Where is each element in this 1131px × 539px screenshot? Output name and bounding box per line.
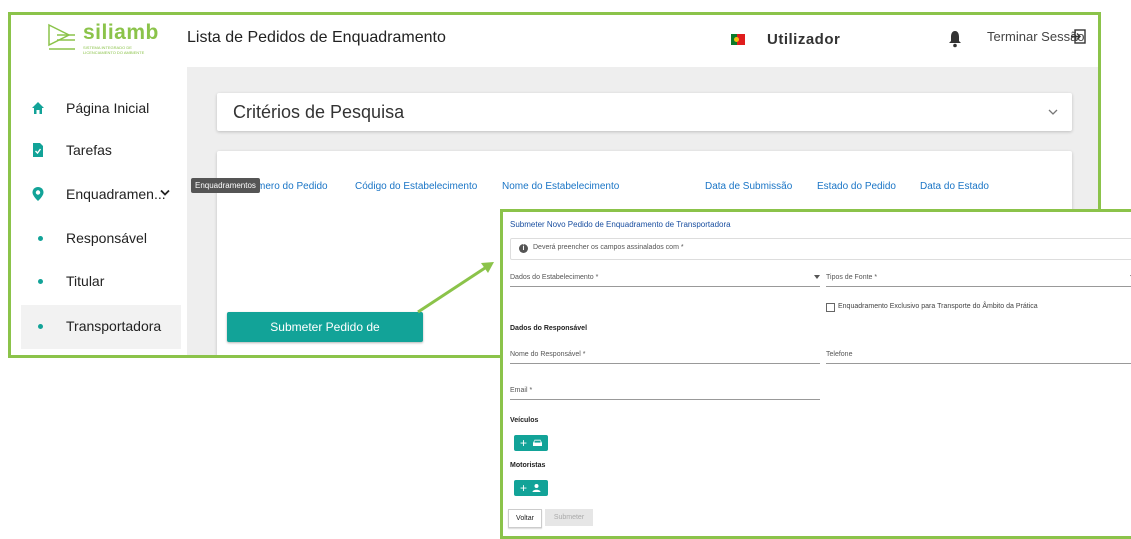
search-criteria-title: Critérios de Pesquisa [233, 102, 405, 122]
sidebar-item-responsavel[interactable]: Responsável [21, 221, 181, 257]
submit-button[interactable]: Submeter [545, 509, 593, 526]
sidebar-item-label: Enquadramen... [66, 186, 166, 202]
sidebar-item-label: Tarefas [66, 142, 112, 158]
logo-brand-text: siliamb [83, 21, 159, 44]
tooltip: Enquadramentos [191, 178, 260, 193]
logout-link[interactable]: Terminar Sessão [987, 29, 1085, 44]
sidebar-item-transportadora[interactable]: Transportadora [21, 305, 181, 349]
sidebar-item-label: Transportadora [66, 318, 162, 334]
column-header-establishment-name[interactable]: Nome do Estabelecimento [502, 181, 619, 192]
phone-field[interactable]: Telefone [826, 349, 1131, 364]
responsible-name-label: Nome do Responsável * [510, 351, 586, 358]
sidebar: Página Inicial Tarefas Enquadramen... Re… [11, 67, 186, 355]
siliamb-logo: siliamb SISTEMA INTEGRADO DE LICENCIAMEN… [47, 21, 167, 59]
drivers-section-title: Motoristas [510, 462, 546, 469]
plus-icon: + [520, 481, 528, 495]
source-types-select[interactable]: Tipos de Fonte * [826, 272, 1131, 287]
info-banner: i Deverá preencher os campos assinalados… [510, 238, 1131, 260]
column-header-establishment-code[interactable]: Código do Estabelecimento [355, 181, 477, 192]
back-button[interactable]: Voltar [508, 509, 542, 528]
chevron-down-icon[interactable] [160, 189, 170, 197]
column-header-submission-date[interactable]: Data de Submissão [705, 181, 792, 192]
home-icon [32, 102, 44, 114]
dropdown-arrow-icon [814, 275, 820, 279]
task-file-icon [33, 143, 43, 157]
car-icon [533, 439, 542, 446]
sidebar-item-label: Página Inicial [66, 100, 150, 116]
page-title: Lista de Pedidos de Enquadramento [187, 29, 446, 46]
phone-label: Telefone [826, 351, 853, 358]
column-header-request-number[interactable]: mero do Pedido [257, 181, 328, 192]
top-bar: siliamb SISTEMA INTEGRADO DE LICENCIAMEN… [11, 15, 1098, 67]
sidebar-item-enquadramentos[interactable]: Enquadramen... [21, 177, 181, 213]
establishment-label: Dados do Estabelecimento * [510, 274, 599, 281]
submit-request-dialog: Submeter Novo Pedido de Enquadramento de… [500, 209, 1131, 539]
sidebar-item-home[interactable]: Página Inicial [21, 91, 181, 127]
logout-icon[interactable] [1071, 29, 1086, 44]
establishment-select[interactable]: Dados do Estabelecimento * [510, 272, 820, 287]
person-icon [532, 484, 541, 492]
exclusive-transport-label: Enquadramento Exclusivo para Transporte … [838, 303, 1038, 310]
column-header-request-status[interactable]: Estado do Pedido [817, 181, 896, 192]
vehicles-section-title: Veículos [510, 417, 539, 424]
column-header-status-date[interactable]: Data do Estado [920, 181, 989, 192]
sidebar-item-tasks[interactable]: Tarefas [21, 133, 181, 169]
submit-request-button[interactable]: Submeter Pedido de Enquadramento [227, 312, 423, 355]
sidebar-item-label: Responsável [66, 230, 147, 246]
email-field[interactable]: Email * [510, 385, 820, 400]
responsible-name-field[interactable]: Nome do Responsável * [510, 349, 820, 364]
user-menu[interactable]: Utilizador [767, 31, 840, 48]
info-text: Deverá preencher os campos assinalados c… [533, 244, 684, 251]
dialog-title: Submeter Novo Pedido de Enquadramento de… [510, 220, 731, 229]
info-icon: i [519, 244, 528, 253]
sidebar-item-label: Titular [66, 273, 105, 289]
location-pin-icon [32, 187, 44, 201]
email-label: Email * [510, 387, 533, 394]
bullet-icon [38, 236, 43, 241]
bullet-icon [38, 279, 43, 284]
plus-icon: + [520, 436, 528, 450]
source-types-label: Tipos de Fonte * [826, 274, 878, 281]
chevron-down-icon[interactable] [1048, 109, 1058, 116]
add-driver-button[interactable]: + [514, 480, 548, 496]
exclusive-transport-checkbox[interactable] [826, 303, 835, 312]
responsible-section-title: Dados do Responsável [510, 325, 588, 332]
search-criteria-panel[interactable]: Critérios de Pesquisa [217, 93, 1072, 131]
sidebar-item-titular[interactable]: Titular [21, 264, 181, 300]
logo-tagline: SISTEMA INTEGRADO DE LICENCIAMENTO DO AM… [83, 45, 145, 55]
portugal-flag-icon[interactable] [731, 34, 745, 45]
logo-mark-icon [48, 23, 75, 50]
bullet-icon [38, 324, 43, 329]
add-vehicle-button[interactable]: + [514, 435, 548, 451]
bell-icon[interactable] [948, 30, 962, 48]
